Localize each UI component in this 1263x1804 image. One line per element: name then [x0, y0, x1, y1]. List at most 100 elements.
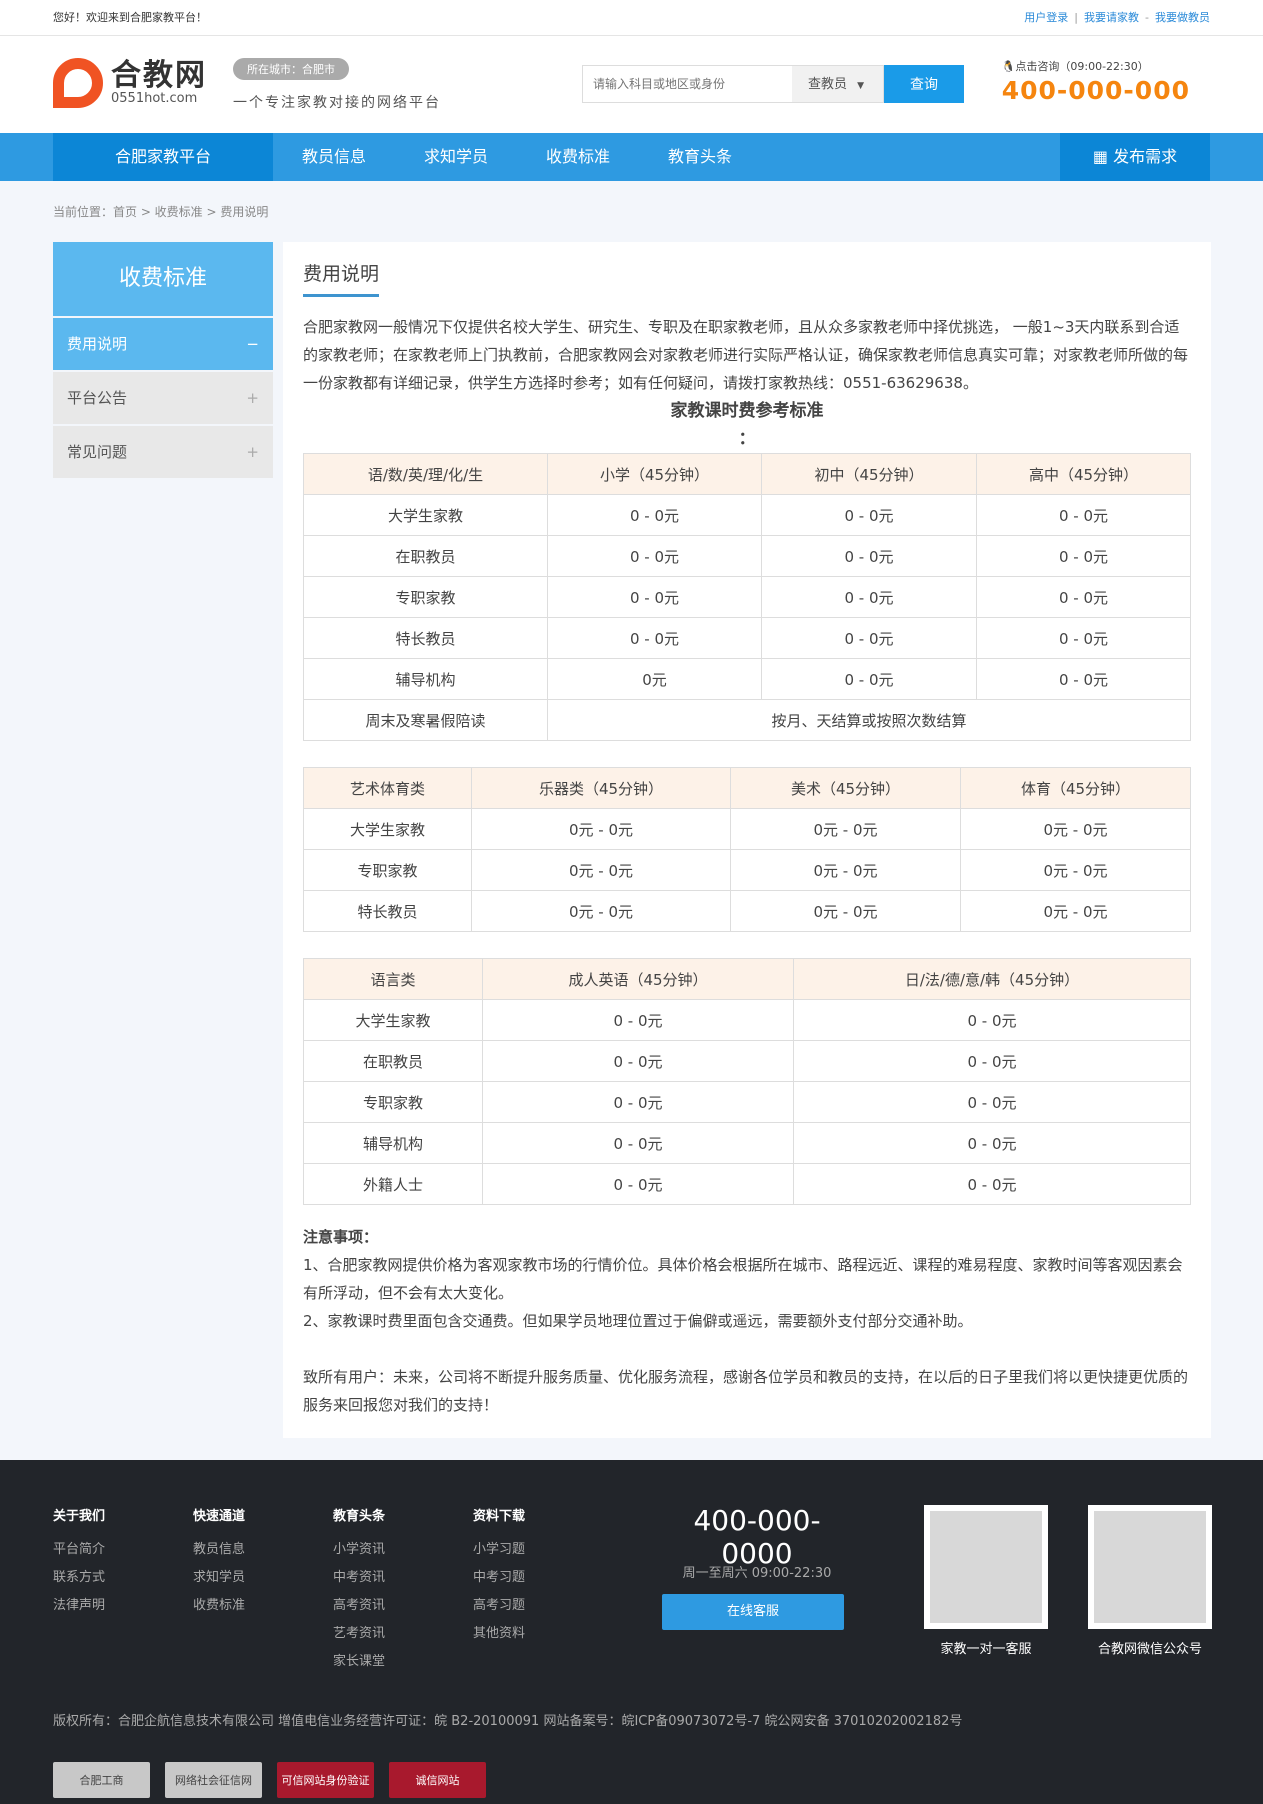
logo-icon	[53, 58, 103, 108]
footer-link[interactable]: 平台简介	[53, 1536, 105, 1564]
search-bar: 查教员 ▼ 查询	[582, 65, 964, 103]
publish-button[interactable]: ▦ 发布需求	[1060, 133, 1210, 181]
nav-fees[interactable]: 收费标准	[517, 133, 639, 181]
tutor-type-cell: 特长教员	[303, 617, 548, 659]
sidebar-item-label: 费用说明	[67, 335, 128, 353]
footer-column-title: 资料下载	[473, 1509, 526, 1524]
hire-tutor-link[interactable]: 我要请家教	[1084, 11, 1139, 24]
search-type-label: 查教员	[808, 77, 848, 92]
online-service-button[interactable]: 在线客服	[662, 1594, 844, 1630]
column-header: 体育（45分钟）	[960, 767, 1191, 809]
table-row: 周末及寒暑假陪读 按月、天结算或按照次数结算	[303, 699, 1191, 741]
price-cell: 0 - 0元	[547, 494, 762, 536]
tutor-type-cell: 专职家教	[303, 1081, 483, 1123]
price-cell: 0 - 0元	[793, 1122, 1191, 1164]
header: 合教网0551hot.com 所在城市：合肥市 一个专注家教对接的网络平台 查教…	[0, 36, 1263, 133]
qr-label-wechat: 合教网微信公众号	[1097, 1642, 1202, 1657]
price-cell: 0 - 0元	[793, 1081, 1191, 1123]
table-row: 在职教员 0 - 0元 0 - 0元 0 - 0元	[303, 535, 1191, 577]
badge-integrity[interactable]: 诚信网站	[389, 1762, 486, 1798]
logo[interactable]: 合教网 0551hot.com	[53, 58, 207, 108]
footer-link[interactable]: 收费标准	[193, 1592, 245, 1620]
table-header-row: 语言类 成人英语（45分钟） 日/法/德/意/韩（45分钟）	[303, 958, 1191, 1000]
badge-aic[interactable]: 合肥工商	[53, 1762, 150, 1798]
city-selector[interactable]: 所在城市：合肥市	[233, 58, 349, 80]
note-1: 1、合肥家教网提供价格为客观家教市场的行情价位。具体价格会根据所在城市、路程远近…	[303, 1256, 1183, 1302]
top-bar: 您好！欢迎来到合肥家教平台！ 用户登录 | 我要请家教 - 我要做教员	[0, 0, 1263, 36]
footer-link[interactable]: 家长课堂	[333, 1648, 385, 1676]
contact-label: 点击咨询（09:00-22:30）	[1015, 60, 1149, 73]
badge-trusted-site[interactable]: 可信网站身份验证	[277, 1762, 374, 1798]
table-row: 辅导机构 0元 0 - 0元 0 - 0元	[303, 658, 1191, 700]
price-cell: 0 - 0元	[482, 1040, 794, 1082]
footer-link[interactable]: 其他资料	[473, 1620, 525, 1648]
footer-link[interactable]: 高考资讯	[333, 1592, 385, 1620]
table-row: 专职家教 0 - 0元 0 - 0元 0 - 0元	[303, 576, 1191, 618]
footer-link[interactable]: 求知学员	[193, 1564, 245, 1592]
table-row: 大学生家教 0 - 0元 0 - 0元 0 - 0元	[303, 494, 1191, 536]
price-cell: 0 - 0元	[761, 535, 977, 577]
become-tutor-link[interactable]: 我要做教员	[1155, 11, 1210, 24]
contact[interactable]: 🐧点击咨询（09:00-22:30） 400-000-000	[1002, 58, 1190, 105]
content-panel: 费用说明 合肥家教网一般情况下仅提供名校大学生、研究生、专职及在职家教老师，且从…	[283, 242, 1211, 1438]
price-cell: 0 - 0元	[547, 617, 762, 659]
tutor-type-cell: 特长教员	[303, 890, 472, 932]
footer-link[interactable]: 小学习题	[473, 1536, 525, 1564]
price-cell: 0元 - 0元	[730, 890, 961, 932]
footer-link[interactable]: 小学资讯	[333, 1536, 385, 1564]
price-cell: 0元 - 0元	[471, 808, 731, 850]
footer-link[interactable]: 艺考资讯	[333, 1620, 385, 1648]
logo-name: 合教网	[111, 58, 207, 93]
qr-code-wechat	[1088, 1505, 1212, 1629]
price-cell: 0 - 0元	[976, 576, 1191, 618]
footer-link[interactable]: 联系方式	[53, 1564, 105, 1592]
slogan: 一个专注家教对接的网络平台	[233, 95, 441, 111]
footer-phone: 400-000-0000	[693, 1504, 821, 1570]
footer: 关于我们平台简介 联系方式 法律声明 快速通道 教员信息 求知学员 收费标准 教育头条 小学资讯…	[0, 1460, 1263, 1804]
publish-label: 发布需求	[1113, 147, 1178, 166]
table-row: 辅导机构 0 - 0元 0 - 0元	[303, 1122, 1191, 1164]
qr-code-service	[924, 1505, 1048, 1629]
footer-column: 教育头条 小学资讯 中考资讯 高考资讯 艺考资讯 家长课堂	[333, 1505, 385, 1676]
footer-link[interactable]: 法律声明	[53, 1592, 105, 1620]
table-row: 特长教员 0 - 0元 0 - 0元 0 - 0元	[303, 617, 1191, 659]
price-cell: 0 - 0元	[793, 1040, 1191, 1082]
footer-column: 快速通道 教员信息 求知学员 收费标准	[193, 1505, 245, 1620]
sidebar-item-label: 平台公告	[67, 389, 128, 407]
footer-link[interactable]: 高考习题	[473, 1592, 525, 1620]
price-cell: 0 - 0元	[976, 658, 1191, 700]
price-cell: 0 - 0元	[976, 617, 1191, 659]
nav-news[interactable]: 教育头条	[639, 133, 761, 181]
search-button[interactable]: 查询	[884, 65, 964, 103]
search-input[interactable]	[582, 65, 792, 103]
price-cell: 0元	[547, 658, 762, 700]
column-header: 日/法/德/意/韩（45分钟）	[793, 958, 1191, 1000]
footer-link[interactable]: 中考资讯	[333, 1564, 385, 1592]
logo-url: 0551hot.com	[111, 91, 198, 106]
nav-tutors[interactable]: 教员信息	[273, 133, 395, 181]
price-cell: 0 - 0元	[793, 1163, 1191, 1205]
price-cell: 0 - 0元	[482, 1081, 794, 1123]
column-header: 小学（45分钟）	[547, 453, 762, 495]
tutor-type-cell: 辅导机构	[303, 658, 548, 700]
welcome-text: 您好！欢迎来到合肥家教平台！	[53, 11, 207, 24]
column-header: 成人英语（45分钟）	[482, 958, 794, 1000]
table-row: 大学生家教 0元 - 0元 0元 - 0元 0元 - 0元	[303, 808, 1191, 850]
table-row: 在职教员 0 - 0元 0 - 0元	[303, 1040, 1191, 1082]
search-type-dropdown[interactable]: 查教员 ▼	[792, 65, 884, 103]
nav-students[interactable]: 求知学员	[395, 133, 517, 181]
footer-link[interactable]: 中考习题	[473, 1564, 525, 1592]
price-cell: 0 - 0元	[547, 535, 762, 577]
sidebar-item-announcements[interactable]: 平台公告 +	[53, 372, 273, 424]
login-link[interactable]: 用户登录	[1024, 11, 1068, 24]
footer-column-title: 关于我们	[53, 1509, 106, 1524]
footer-link[interactable]: 教员信息	[193, 1536, 245, 1564]
badge-credit[interactable]: 网络社会征信网	[165, 1762, 262, 1798]
fee-table-language: 语言类 成人英语（45分钟） 日/法/德/意/韩（45分钟） 大学生家教 0 - 0元 0…	[303, 958, 1191, 1205]
sidebar-item-fees[interactable]: 费用说明 −	[53, 318, 273, 370]
qq-icon: 🐧	[1001, 60, 1016, 73]
tutor-type-cell: 大学生家教	[303, 999, 483, 1041]
sidebar-item-faq[interactable]: 常见问题 +	[53, 426, 273, 478]
price-cell: 0 - 0元	[482, 1122, 794, 1164]
nav-home[interactable]: 合肥家教平台	[53, 133, 273, 181]
